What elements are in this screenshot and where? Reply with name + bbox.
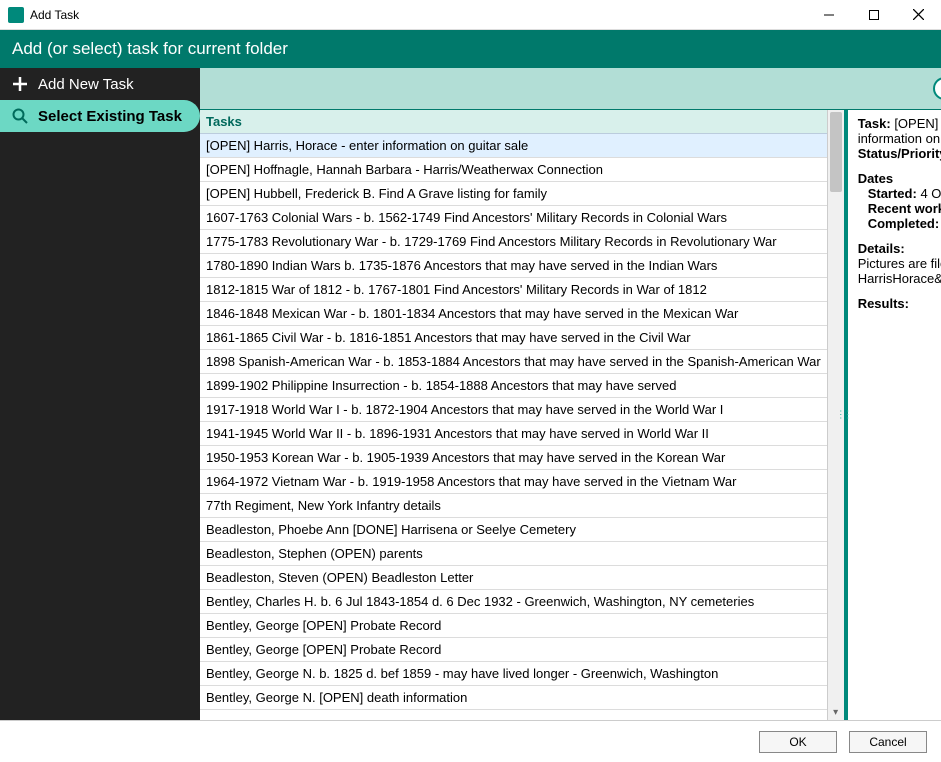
minimize-button[interactable] (806, 0, 851, 30)
close-button[interactable] (896, 0, 941, 30)
task-detail-panel: Task: [OPEN] Harris, Horace - enter info… (848, 110, 941, 720)
close-icon (913, 9, 924, 20)
task-row[interactable]: 1964-1972 Vietnam War - b. 1919-1958 Anc… (200, 470, 827, 494)
results-label: Results: (858, 296, 909, 311)
task-row[interactable]: 1607-1763 Colonial Wars - b. 1562-1749 F… (200, 206, 827, 230)
completed-label: Completed: (868, 216, 940, 231)
plus-icon (10, 75, 30, 93)
dialog-header-text: Add (or select) task for current folder (12, 39, 288, 59)
task-row[interactable]: 1898 Spanish-American War - b. 1853-1884… (200, 350, 827, 374)
task-row[interactable]: Bentley, Charles H. b. 6 Jul 1843-1854 d… (200, 590, 827, 614)
maximize-button[interactable] (851, 0, 896, 30)
sidebar-item-add-new-task[interactable]: Add New Task (0, 68, 200, 100)
split-panels: Tasks [OPEN] Harris, Horace - enter info… (200, 110, 941, 720)
scroll-down-arrow[interactable]: ▾ (828, 704, 844, 720)
recent-work-label: Recent work: (868, 201, 941, 216)
started-label: Started: (868, 186, 917, 201)
task-row[interactable]: Beadleston, Phoebe Ann [DONE] Harrisena … (200, 518, 827, 542)
sidebar-item-label: Select Existing Task (38, 108, 182, 125)
started-value: 4 October 2011 (920, 186, 941, 201)
task-row[interactable]: Beadleston, Stephen (OPEN) parents (200, 542, 827, 566)
task-row[interactable]: Bentley, George [OPEN] Probate Record (200, 638, 827, 662)
task-row[interactable]: Bentley, George N. b. 1825 d. bef 1859 -… (200, 662, 827, 686)
dates-heading: Dates (858, 171, 941, 186)
task-row[interactable]: 1846-1848 Mexican War - b. 1801-1834 Anc… (200, 302, 827, 326)
cancel-button[interactable]: Cancel (849, 731, 927, 753)
details-label: Details: (858, 241, 941, 256)
title-bar: Add Task (0, 0, 941, 30)
task-row[interactable]: 77th Regiment, New York Infantry details (200, 494, 827, 518)
maximize-icon (869, 10, 879, 20)
task-row[interactable]: 1861-1865 Civil War - b. 1816-1851 Ances… (200, 326, 827, 350)
task-row[interactable]: 1775-1783 Revolutionary War - b. 1729-17… (200, 230, 827, 254)
tasks-column-header[interactable]: Tasks (200, 110, 827, 134)
task-row[interactable]: 1899-1902 Philippine Insurrection - b. 1… (200, 374, 827, 398)
minimize-icon (824, 10, 834, 20)
window-title: Add Task (30, 8, 79, 22)
task-row[interactable]: 1917-1918 World War I - b. 1872-1904 Anc… (200, 398, 827, 422)
task-row[interactable]: Bentley, George N. [OPEN] death informat… (200, 686, 827, 710)
sidebar: Add New Task Select Existing Task (0, 68, 200, 720)
task-row[interactable]: Beadleston, Steven (OPEN) Beadleston Let… (200, 566, 827, 590)
task-row[interactable]: 1950-1953 Korean War - b. 1905-1939 Ance… (200, 446, 827, 470)
sidebar-item-label: Add New Task (38, 76, 134, 93)
splitter-handle[interactable]: ⋮⋮ (836, 410, 850, 421)
task-label: Task: (858, 116, 891, 131)
app-icon (8, 7, 24, 23)
status-label: Status/Priority: (858, 146, 941, 161)
details-value: Pictures are filed under HarrisHorace&Ar… (858, 256, 941, 286)
sidebar-item-select-existing-task[interactable]: Select Existing Task (0, 100, 200, 132)
task-row[interactable]: [OPEN] Harris, Horace - enter informatio… (200, 134, 827, 158)
dialog-footer: OK Cancel (0, 720, 941, 762)
task-row[interactable]: 1941-1945 World War II - b. 1896-1931 An… (200, 422, 827, 446)
task-row[interactable]: [OPEN] Hubbell, Frederick B. Find A Grav… (200, 182, 827, 206)
task-list: [OPEN] Harris, Horace - enter informatio… (200, 134, 827, 710)
magnifier-icon (10, 107, 30, 125)
ok-button[interactable]: OK (759, 731, 837, 753)
search-box[interactable] (933, 77, 941, 100)
main-panel: Tasks [OPEN] Harris, Horace - enter info… (200, 68, 941, 720)
dialog-header: Add (or select) task for current folder (0, 30, 941, 68)
task-list-panel: Tasks [OPEN] Harris, Horace - enter info… (200, 110, 848, 720)
search-bar (200, 68, 941, 110)
content-area: Add New Task Select Existing Task Tasks … (0, 68, 941, 720)
task-row[interactable]: 1812-1815 War of 1812 - b. 1767-1801 Fin… (200, 278, 827, 302)
task-row[interactable]: 1780-1890 Indian Wars b. 1735-1876 Ances… (200, 254, 827, 278)
task-row[interactable]: [OPEN] Hoffnagle, Hannah Barbara - Harri… (200, 158, 827, 182)
scroll-thumb[interactable] (830, 112, 842, 192)
task-row[interactable]: Bentley, George [OPEN] Probate Record (200, 614, 827, 638)
